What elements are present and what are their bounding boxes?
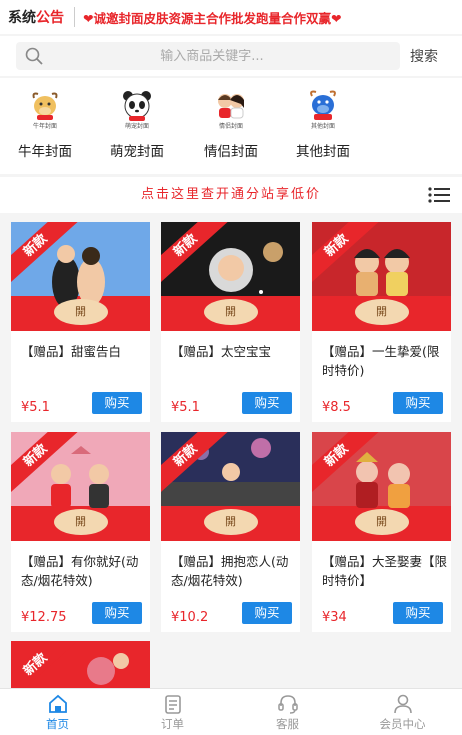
open-seal: 開 xyxy=(354,509,409,535)
product-thumbnail: 新款 開 xyxy=(161,432,300,541)
order-icon xyxy=(164,695,181,714)
category-pets[interactable]: 萌宠封面 萌宠封面 xyxy=(92,88,182,160)
tab-label: 客服 xyxy=(276,717,299,731)
product-price: ¥34 xyxy=(322,610,347,625)
couple-icon xyxy=(218,94,244,119)
category-label: 其他封面 xyxy=(296,144,350,160)
product-card[interactable]: 新款 開 【赠品】拥抱恋人(动态/烟花特效) ¥10.2 购买 xyxy=(161,432,300,632)
tab-member-center[interactable]: 会员中心 xyxy=(345,689,460,735)
product-price: ¥8.5 xyxy=(322,400,351,415)
tab-label: 订单 xyxy=(161,717,184,731)
product-thumbnail: 新款 開 xyxy=(161,222,300,331)
open-seal: 開 xyxy=(354,299,409,325)
product-thumbnail: 新款 開 xyxy=(11,222,150,331)
category-label: 牛年封面 xyxy=(18,144,72,160)
buy-button[interactable]: 购买 xyxy=(242,392,292,414)
notice-divider xyxy=(74,7,75,27)
home-icon xyxy=(48,694,67,713)
tab-home[interactable]: 首页 xyxy=(0,689,115,735)
product-title: 【赠品】甜蜜告白 xyxy=(21,344,122,359)
product-title: 【赠品】一生挚爱(限时特价) xyxy=(322,344,440,378)
open-seal: 開 xyxy=(203,509,258,535)
product-thumbnail: 新款 xyxy=(11,641,150,688)
product-thumbnail: 新款 開 xyxy=(312,222,451,331)
tab-label: 首页 xyxy=(46,717,69,731)
panda-icon xyxy=(123,91,151,121)
buy-button[interactable]: 购买 xyxy=(242,602,292,624)
category-label: 萌宠封面 xyxy=(110,144,164,160)
promo-bar: 点击这里查开通分站享低价 xyxy=(0,177,462,213)
category-nav: 牛年封面 牛年封面 萌宠封面 萌宠封面 情侣封面 情侣封面 其他封面 其他封面 xyxy=(0,78,462,174)
notice-bar: 系统公告 ❤诚邀封面皮肤资源主合作批发跑量合作双赢❤ xyxy=(0,0,462,34)
list-menu-icon[interactable] xyxy=(428,187,450,203)
product-card[interactable]: 新款 xyxy=(11,641,150,688)
product-thumbnail: 新款 開 xyxy=(11,432,150,541)
buy-button[interactable]: 购买 xyxy=(92,602,142,624)
bottom-tab-bar: 首页 订单 客服 会员中心 xyxy=(0,688,462,735)
product-thumbnail: 新款 開 xyxy=(312,432,451,541)
category-label: 情侣封面 xyxy=(204,144,258,160)
category-couples[interactable]: 情侣封面 情侣封面 xyxy=(186,88,276,160)
product-card[interactable]: 新款 開 【赠品】有你就好(动态/烟花特效) ¥12.75 购买 xyxy=(11,432,150,632)
product-price: ¥5.1 xyxy=(21,400,50,415)
category-ox-year[interactable]: 牛年封面 牛年封面 xyxy=(0,88,90,160)
open-seal: 開 xyxy=(203,299,258,325)
notice-tag: 系统公告 xyxy=(8,10,64,26)
product-card[interactable]: 新款 開 【赠品】甜蜜告白 ¥5.1 购买 xyxy=(11,222,150,422)
product-card[interactable]: 新款 開 【赠品】一生挚爱(限时特价) ¥8.5 购买 xyxy=(312,222,451,422)
category-caption: 萌宠封面 xyxy=(124,123,149,130)
category-other[interactable]: 其他封面 其他封面 xyxy=(278,88,368,160)
category-caption: 牛年封面 xyxy=(32,123,57,130)
search-box[interactable] xyxy=(16,42,400,70)
ox-icon xyxy=(32,92,58,120)
product-title: 【赠品】大圣娶妻【限时特价】 xyxy=(322,554,448,588)
open-seal: 開 xyxy=(53,509,108,535)
product-price: ¥12.75 xyxy=(21,610,67,625)
product-title: 【赠品】太空宝宝 xyxy=(171,344,272,359)
user-icon xyxy=(393,694,412,714)
buy-button[interactable]: 购买 xyxy=(393,602,443,624)
notice-message: ❤诚邀封面皮肤资源主合作批发跑量合作双赢❤ xyxy=(83,10,342,26)
product-title: 【赠品】有你就好(动态/烟花特效) xyxy=(21,554,139,588)
category-caption: 其他封面 xyxy=(310,123,335,130)
tab-orders[interactable]: 订单 xyxy=(115,689,230,735)
search-input[interactable] xyxy=(44,48,400,64)
product-card[interactable]: 新款 開 【赠品】太空宝宝 ¥5.1 购买 xyxy=(161,222,300,422)
headset-icon xyxy=(277,695,298,714)
search-bar: 搜索 xyxy=(0,36,462,76)
tab-support[interactable]: 客服 xyxy=(230,689,345,735)
open-seal: 開 xyxy=(53,299,108,325)
other-icon xyxy=(310,90,336,120)
product-price: ¥10.2 xyxy=(171,610,209,625)
tab-label: 会员中心 xyxy=(379,717,426,731)
product-price: ¥5.1 xyxy=(171,400,200,415)
buy-button[interactable]: 购买 xyxy=(92,392,142,414)
promo-link[interactable]: 点击这里查开通分站享低价 xyxy=(0,177,462,213)
category-caption: 情侣封面 xyxy=(218,123,243,130)
product-title: 【赠品】拥抱恋人(动态/烟花特效) xyxy=(171,554,289,588)
buy-button[interactable]: 购买 xyxy=(393,392,443,414)
search-icon xyxy=(25,47,43,65)
search-button[interactable]: 搜索 xyxy=(410,46,438,66)
product-card[interactable]: 新款 開 【赠品】大圣娶妻【限时特价】 ¥34 购买 xyxy=(312,432,451,632)
